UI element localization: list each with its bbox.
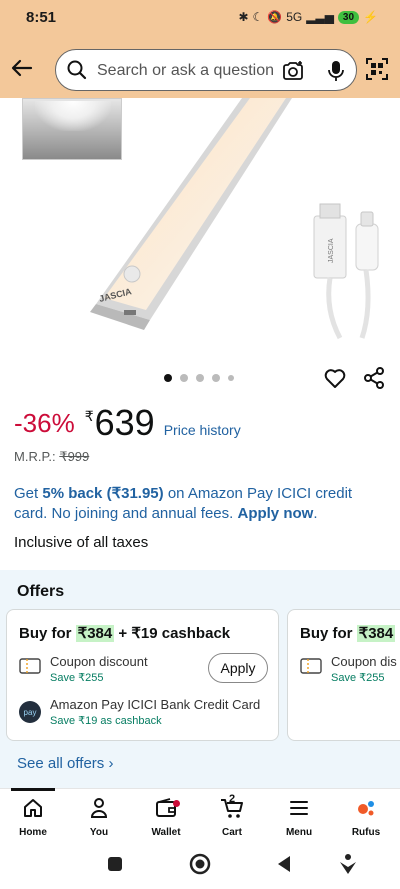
- status-time: 8:51: [26, 9, 57, 26]
- signal-icon: ▂▃▅: [306, 10, 334, 24]
- assistant-icon[interactable]: [338, 853, 358, 875]
- product-image: JASCIA JASCIA: [90, 98, 379, 340]
- coupon-save: Save ₹255: [331, 672, 385, 684]
- system-icons: ✱ ☾ 🔕 5G ▂▃▅ 30 ⚡: [238, 10, 378, 24]
- currency-symbol: ₹: [84, 408, 94, 424]
- bank-offer-save: Save ₹19 as cashback: [50, 715, 162, 727]
- heart-icon[interactable]: [323, 366, 347, 390]
- coupon-save: Save ₹255: [50, 672, 104, 684]
- pagination-dot: [164, 374, 172, 382]
- offer-card[interactable]: Buy for ₹384 + ₹19 cashback Coupon disco…: [6, 609, 279, 741]
- system-navigation-bar: [0, 843, 400, 889]
- cashback-amount: (₹31.95): [106, 485, 164, 502]
- cashback-promo[interactable]: Get 5% back (₹31.95) on Amazon Pay ICICI…: [14, 484, 384, 524]
- charging-icon: ⚡: [363, 10, 378, 24]
- moon-icon: ☾: [252, 10, 264, 24]
- mrp: M.R.P.: ₹999: [14, 449, 89, 465]
- apply-coupon-button[interactable]: Apply: [208, 653, 268, 683]
- offer-card[interactable]: Buy for ₹384 Coupon dis Save ₹255: [287, 609, 400, 741]
- network-label: 5G: [286, 10, 303, 24]
- offers-title: Offers: [17, 583, 65, 600]
- offer-price: ₹384: [356, 625, 396, 642]
- battery-icon: 30: [337, 10, 360, 24]
- product-image-gallery[interactable]: JASCIA JASCIA: [0, 98, 400, 360]
- home-icon: [24, 799, 42, 817]
- bluetooth-icon: ✱: [238, 10, 249, 24]
- coupon-label: Coupon dis: [331, 654, 397, 669]
- gallery-pagination: [164, 374, 234, 382]
- price-history-link[interactable]: Price history: [164, 422, 241, 438]
- recent-apps-icon[interactable]: [107, 856, 123, 872]
- svg-text:JASCIA: JASCIA: [328, 238, 335, 263]
- see-all-offers-link[interactable]: See all offers ›: [17, 755, 113, 772]
- person-icon: [90, 798, 108, 818]
- pagination-dot: [228, 375, 234, 381]
- apply-now-link[interactable]: Apply now: [237, 505, 313, 522]
- coupon-label: Coupon discount: [50, 654, 148, 669]
- nav-menu[interactable]: Menu: [266, 797, 332, 838]
- amazon-pay-icon: pay: [19, 701, 41, 723]
- offer-extra: + ₹19 cashback: [118, 625, 231, 642]
- cart-count: 2: [229, 793, 236, 805]
- hamburger-menu-icon: [290, 801, 308, 815]
- cashback-percent: 5% back: [42, 485, 103, 502]
- bottom-navigation: Home You Wallet 2 Cart Menu Rufus: [0, 788, 400, 843]
- search-icon: [67, 60, 87, 80]
- active-tab-indicator: [11, 788, 55, 791]
- camera-search-icon[interactable]: [281, 59, 305, 83]
- nav-rufus[interactable]: Rufus: [333, 797, 399, 838]
- mrp-value: ₹999: [59, 449, 90, 464]
- nav-wallet[interactable]: Wallet: [133, 797, 199, 838]
- bank-offer-label: Amazon Pay ICICI Bank Credit Card: [50, 697, 261, 712]
- notification-dot: [173, 800, 180, 807]
- nav-cart[interactable]: 2 Cart: [199, 793, 265, 838]
- nav-home[interactable]: Home: [0, 797, 66, 838]
- search-input[interactable]: Search or ask a question: [97, 62, 274, 80]
- offer-headline: Buy for ₹384: [300, 625, 396, 642]
- price-block: -36% ₹ 639 Price history: [14, 402, 241, 444]
- microphone-icon[interactable]: [326, 59, 346, 83]
- offer-headline: Buy for ₹384 + ₹19 cashback: [19, 625, 231, 642]
- share-icon[interactable]: [362, 366, 386, 390]
- pagination-dot: [180, 374, 188, 382]
- back-arrow-icon[interactable]: [10, 56, 34, 80]
- back-triangle-icon[interactable]: [276, 855, 292, 873]
- search-bar[interactable]: Search or ask a question: [55, 49, 357, 91]
- mrp-label: M.R.P.:: [14, 449, 56, 464]
- offer-price: ₹384: [75, 625, 115, 642]
- qr-scan-icon[interactable]: [366, 58, 388, 80]
- rufus-icon: [358, 801, 374, 816]
- discount-percent: -36%: [14, 408, 75, 438]
- nav-you[interactable]: You: [66, 797, 132, 838]
- app-header: Search or ask a question: [0, 38, 400, 98]
- coupon-icon: [300, 658, 322, 674]
- pagination-dot: [212, 374, 220, 382]
- tax-note: Inclusive of all taxes: [14, 534, 149, 551]
- price-amount: 639: [94, 402, 155, 443]
- coupon-icon: [19, 658, 41, 674]
- home-circle-icon[interactable]: [189, 853, 211, 875]
- status-bar: 8:51 ✱ ☾ 🔕 5G ▂▃▅ 30 ⚡: [0, 0, 400, 38]
- mute-icon: 🔕: [267, 10, 283, 24]
- pagination-dot: [196, 374, 204, 382]
